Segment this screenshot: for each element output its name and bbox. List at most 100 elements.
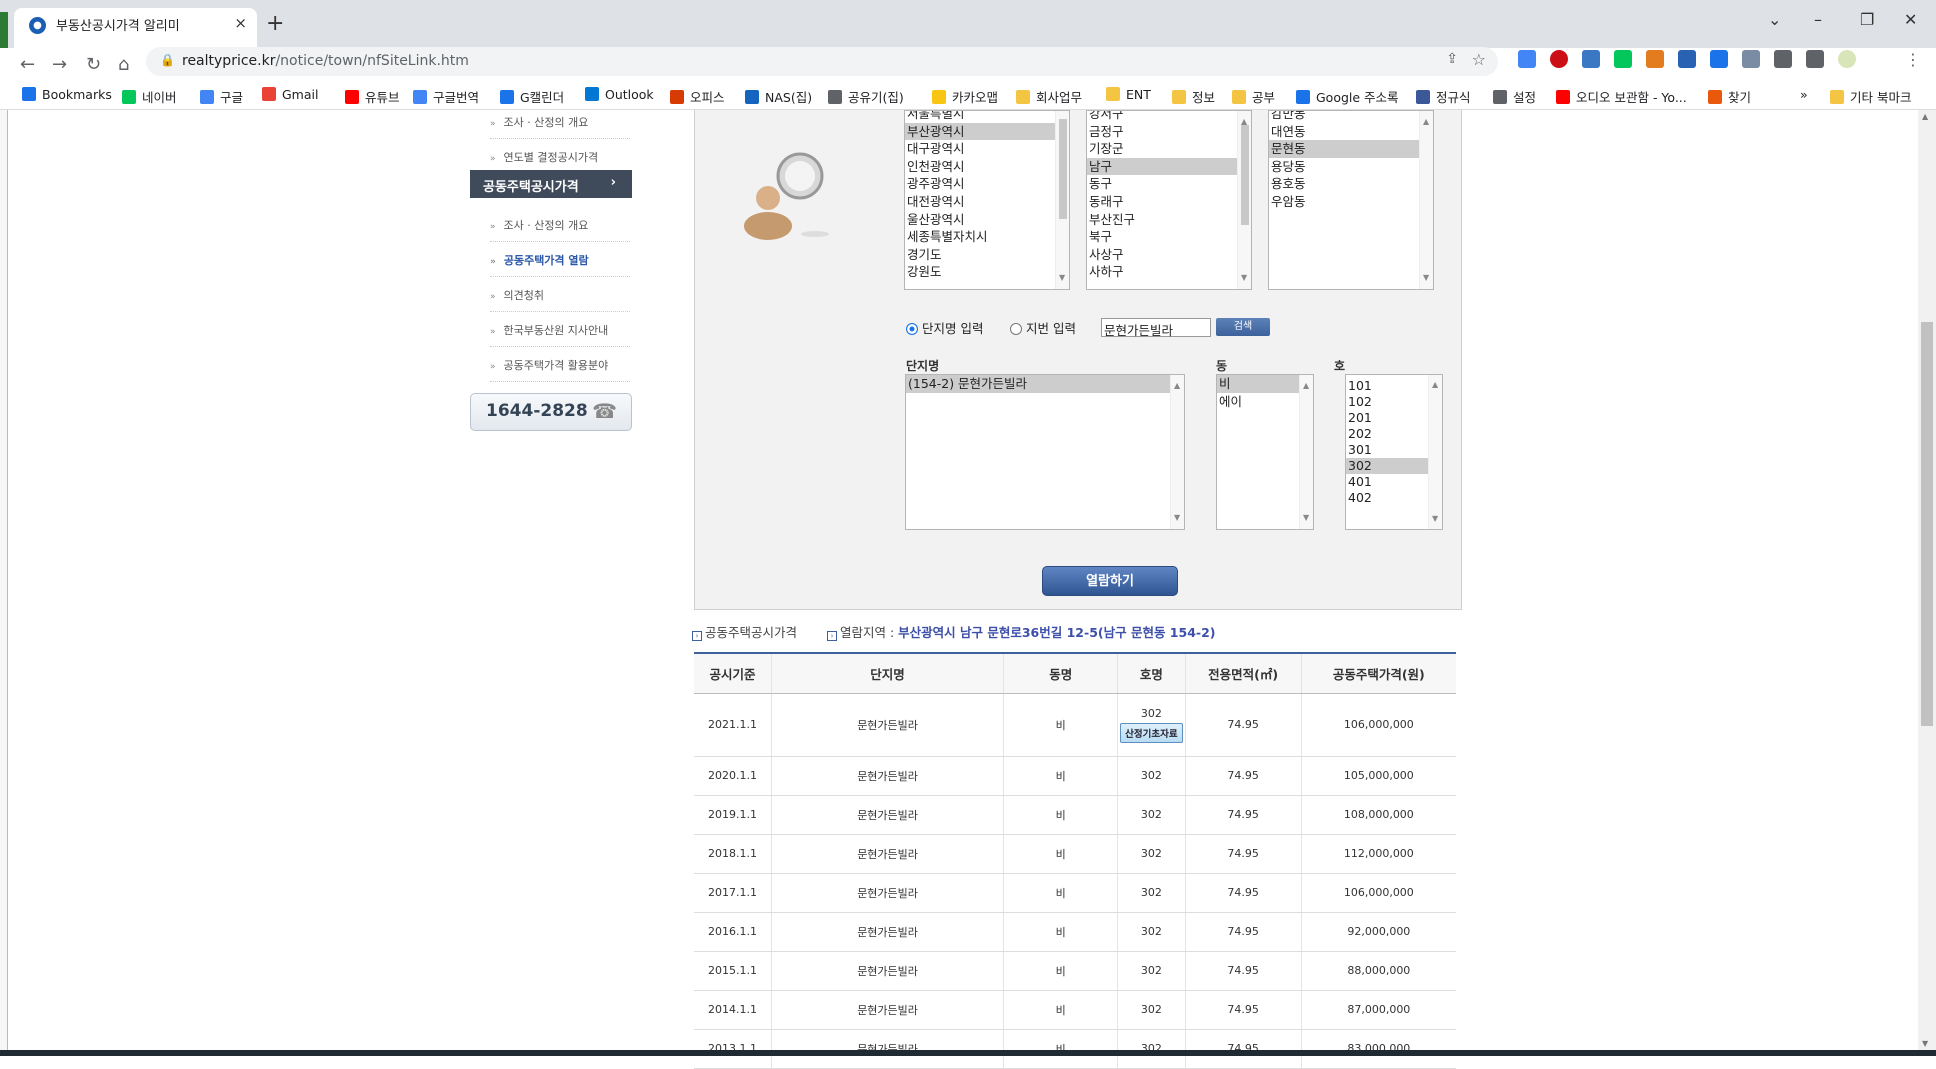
listbox-option[interactable]: 용당동	[1269, 158, 1433, 176]
bookmark-item[interactable]: 공유기(집)	[828, 87, 904, 106]
side-panel-icon[interactable]	[1806, 50, 1824, 68]
listbox-option[interactable]: 광주광역시	[905, 175, 1069, 193]
gu-listbox[interactable]: 강서구 금정구 기장군 남구 동구 동래구 부산진구 북구 사상구 사하구 ▲ ▼	[1086, 110, 1252, 290]
browser-tab[interactable]: ● 부동산공시가격 알리미 ×	[14, 8, 257, 48]
bookmark-item[interactable]: 설정	[1493, 87, 1536, 106]
bookmark-item[interactable]: Bookmarks	[22, 87, 112, 102]
forward-icon[interactable]: →	[52, 54, 67, 75]
profile-avatar[interactable]	[1838, 50, 1856, 68]
scrollbar-thumb[interactable]	[1921, 322, 1933, 726]
extensions-puzzle-icon[interactable]	[1774, 50, 1792, 68]
listbox-option[interactable]: 남구	[1087, 157, 1251, 176]
opera-extension-icon[interactable]	[1550, 50, 1568, 68]
view-button[interactable]: 열람하기	[1042, 566, 1178, 596]
home-icon[interactable]: ⌂	[118, 54, 129, 75]
listbox-option[interactable]: 강서구	[1087, 111, 1251, 123]
menu-icon[interactable]: ⋮	[1904, 50, 1922, 69]
listbox-option[interactable]: 대구광역시	[905, 140, 1069, 158]
extension-icon[interactable]	[1678, 50, 1696, 68]
listbox-option[interactable]: (154-2) 문현가든빌라	[906, 375, 1184, 393]
listbox-option[interactable]: 울산광역시	[905, 211, 1069, 229]
restore-icon[interactable]: ❐	[1860, 10, 1874, 29]
listbox-option[interactable]: 동래구	[1087, 193, 1251, 211]
sidebar-item-yearly-prices[interactable]: » 연도별 결정공시가격	[490, 140, 630, 174]
calc-basis-button[interactable]: 산정기초자료	[1120, 722, 1183, 743]
scrollbar[interactable]: ▲▼	[1419, 111, 1433, 289]
listbox-option[interactable]: 사상구	[1087, 246, 1251, 264]
listbox-option[interactable]: 강원도	[905, 263, 1069, 281]
listbox-option[interactable]: 용호동	[1269, 175, 1433, 193]
listbox-option[interactable]: 기장군	[1087, 140, 1251, 158]
listbox-option[interactable]: 동구	[1087, 175, 1251, 193]
scrollbar[interactable]: ▲▼	[1237, 111, 1251, 289]
scrollbar[interactable]: ▲▼	[1299, 375, 1313, 529]
scrollbar[interactable]: ▲▼	[1428, 375, 1442, 529]
listbox-option[interactable]: 대전광역시	[905, 193, 1069, 211]
other-bookmarks[interactable]: 기타 북마크	[1830, 87, 1911, 106]
bookmark-item[interactable]: NAS(집)	[745, 87, 812, 106]
listbox-option[interactable]: 서울특별시	[905, 111, 1069, 123]
bookmarks-more-icon[interactable]: »	[1800, 87, 1808, 102]
sidebar-item-branch[interactable]: » 한국부동산원 지사안내	[490, 313, 630, 347]
listbox-option[interactable]: 문현동	[1269, 140, 1433, 158]
unit-listbox[interactable]: 101 102 201 202 301 302 401 402 ▲ ▼	[1345, 374, 1443, 530]
sidebar-item-price-view[interactable]: » 공동주택가격 열람	[490, 243, 630, 277]
download-extension-icon[interactable]	[1710, 50, 1728, 68]
bookmark-item[interactable]: 회사업무	[1016, 87, 1082, 106]
extension-icon[interactable]	[1646, 50, 1664, 68]
bookmark-item[interactable]: Google 주소록	[1296, 87, 1399, 106]
scrollbar[interactable]: ▲▼	[1055, 111, 1069, 289]
address-bar[interactable]: 🔒 realtyprice.kr/notice/town/nfSiteLink.…	[146, 47, 1498, 76]
tab-search-icon[interactable]: ⌄	[1768, 10, 1781, 29]
minimize-icon[interactable]: –	[1814, 10, 1822, 29]
tab-close-icon[interactable]: ×	[234, 14, 247, 32]
dong-listbox[interactable]: 감만동 대연동 문현동 용당동 용호동 우암동 ▲ ▼	[1268, 110, 1434, 290]
close-window-icon[interactable]: ✕	[1904, 10, 1917, 29]
page-scrollbar[interactable]: ▲ ▼	[1918, 110, 1936, 1050]
sidebar-item-survey-overview[interactable]: » 조사 · 산정의 개요	[490, 105, 630, 139]
radio-complex-name[interactable]: 단지명 입력	[906, 318, 983, 337]
bookmark-item[interactable]: Gmail	[262, 87, 318, 102]
listbox-option[interactable]: 부산광역시	[905, 122, 1069, 141]
bookmark-item[interactable]: 카카오맵	[932, 87, 998, 106]
bookmark-item[interactable]: Outlook	[585, 87, 654, 102]
listbox-option[interactable]: 우암동	[1269, 193, 1433, 211]
translate-extension-icon[interactable]	[1518, 50, 1536, 68]
bookmark-item[interactable]: 오디오 보관함 - Yo...	[1556, 87, 1687, 106]
listbox-option[interactable]: 감만동	[1269, 111, 1433, 123]
naver-extension-icon[interactable]	[1614, 50, 1632, 68]
listbox-option[interactable]: 북구	[1087, 228, 1251, 246]
listbox-option[interactable]: 세종특별자치시	[905, 228, 1069, 246]
listbox-option[interactable]: 부산진구	[1087, 211, 1251, 229]
bookmark-item[interactable]: 공부	[1232, 87, 1275, 106]
bookmark-item[interactable]: G캘린더	[500, 87, 564, 106]
sidebar-item-usage[interactable]: » 공동주택가격 활용분야	[490, 348, 630, 382]
listbox-option[interactable]: 금정구	[1087, 123, 1251, 141]
bookmark-item[interactable]: ENT	[1106, 87, 1151, 102]
reload-icon[interactable]: ↻	[86, 54, 101, 75]
complex-listbox[interactable]: (154-2) 문현가든빌라 ▲ ▼	[905, 374, 1185, 530]
complex-name-input[interactable]: 문현가든빌라	[1101, 318, 1211, 338]
bookmark-star-icon[interactable]: ☆	[1472, 50, 1486, 69]
search-button[interactable]: 검색	[1216, 318, 1270, 336]
listbox-option[interactable]: 대연동	[1269, 123, 1433, 141]
share-icon[interactable]: ⇪	[1446, 51, 1458, 67]
sido-listbox[interactable]: 서울특별시 부산광역시 대구광역시 인천광역시 광주광역시 대전광역시 울산광역시 세종특별자…	[904, 110, 1070, 290]
sidebar-item-opinion[interactable]: » 의견청취	[490, 278, 630, 312]
extension-icon[interactable]	[1742, 50, 1760, 68]
scrollbar[interactable]: ▲▼	[1170, 375, 1184, 529]
radio-lot-number[interactable]: 지번 입력	[1010, 318, 1076, 337]
sidebar-item-overview[interactable]: » 조사 · 산정의 개요	[490, 208, 630, 242]
bookmark-item[interactable]: 구글번역	[413, 87, 479, 106]
bookmark-item[interactable]: 찾기	[1708, 87, 1751, 106]
listbox-option[interactable]: 사하구	[1087, 263, 1251, 281]
bookmark-item[interactable]: 유튜브	[345, 87, 400, 106]
bookmark-item[interactable]: 구글	[200, 87, 243, 106]
building-listbox[interactable]: 비 에이 ▲ ▼	[1216, 374, 1314, 530]
send-extension-icon[interactable]	[1582, 50, 1600, 68]
listbox-option[interactable]: 인천광역시	[905, 158, 1069, 176]
bookmark-item[interactable]: 정규식	[1416, 87, 1471, 106]
bookmark-item[interactable]: 정보	[1172, 87, 1215, 106]
sidebar-section-apartment-price[interactable]: 공동주택공시가격 ›	[470, 170, 632, 198]
back-icon[interactable]: ←	[20, 54, 35, 75]
